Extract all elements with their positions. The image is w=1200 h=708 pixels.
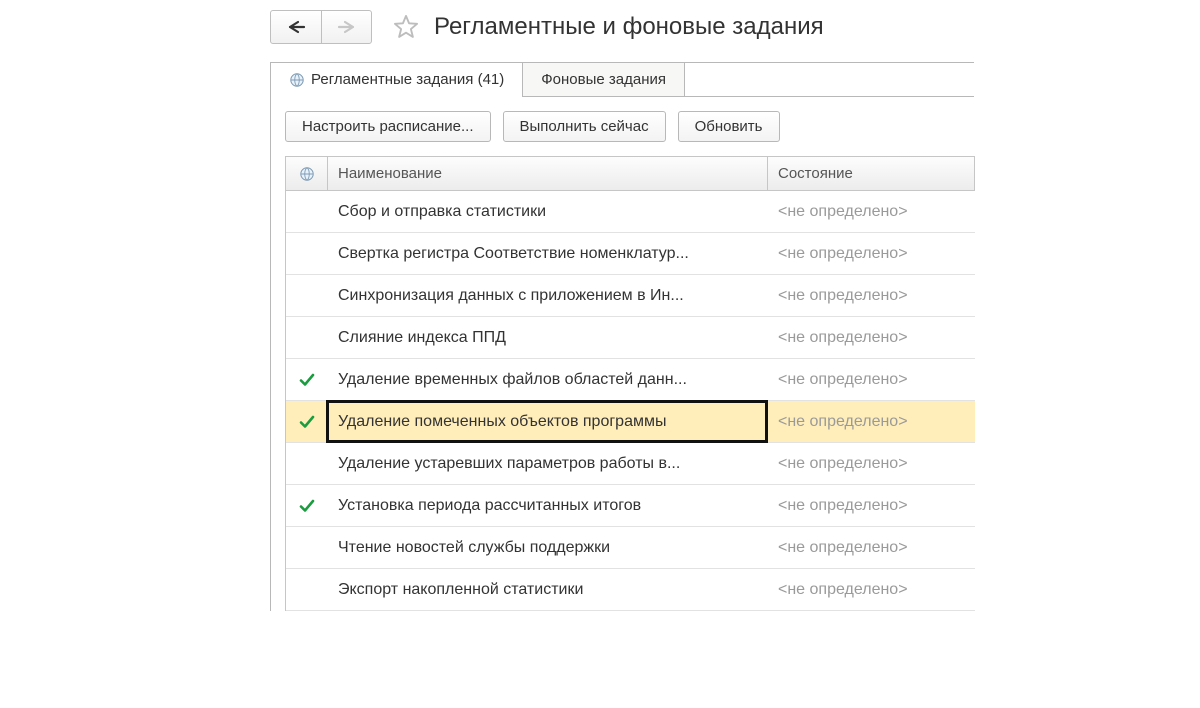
back-button[interactable] xyxy=(271,11,321,43)
column-header-name[interactable]: Наименование xyxy=(328,157,768,190)
jobs-table: Наименование Состояние Сбор и отправка с… xyxy=(285,156,975,611)
row-status-cell xyxy=(286,527,328,568)
row-status-cell xyxy=(286,443,328,484)
table-row[interactable]: Экспорт накопленной статистики<не опреде… xyxy=(286,569,975,611)
run-now-button[interactable]: Выполнить сейчас xyxy=(503,111,666,142)
row-status-cell xyxy=(286,569,328,610)
row-state-cell: <не определено> xyxy=(768,359,975,400)
arrow-right-icon xyxy=(337,20,357,34)
table-row[interactable]: Свертка регистра Соответствие номенклату… xyxy=(286,233,975,275)
star-icon xyxy=(392,13,420,41)
table-row[interactable]: Установка периода рассчитанных итогов<не… xyxy=(286,485,975,527)
table-row[interactable]: Чтение новостей службы поддержки<не опре… xyxy=(286,527,975,569)
refresh-button[interactable]: Обновить xyxy=(678,111,780,142)
row-name-cell: Слияние индекса ППД xyxy=(328,317,768,358)
row-name-cell: Чтение новостей службы поддержки xyxy=(328,527,768,568)
tab-label: Фоновые задания xyxy=(541,71,666,88)
row-state-cell: <не определено> xyxy=(768,317,975,358)
row-state-cell: <не определено> xyxy=(768,527,975,568)
favorite-star[interactable] xyxy=(392,13,420,41)
row-state-cell: <не определено> xyxy=(768,275,975,316)
tab-background-jobs[interactable]: Фоновые задания xyxy=(523,63,685,96)
table-row[interactable]: Удаление временных файлов областей данн.… xyxy=(286,359,975,401)
column-header-state[interactable]: Состояние xyxy=(768,157,975,190)
row-name-cell: Экспорт накопленной статистики xyxy=(328,569,768,610)
row-status-cell xyxy=(286,485,328,526)
globe-icon xyxy=(289,72,305,88)
row-name-cell: Сбор и отправка статистики xyxy=(328,191,768,232)
checkmark-icon xyxy=(298,413,316,431)
row-name-cell: Свертка регистра Соответствие номенклату… xyxy=(328,233,768,274)
row-name-cell: Синхронизация данных с приложением в Ин.… xyxy=(328,275,768,316)
table-row[interactable]: Удаление устаревших параметров работы в.… xyxy=(286,443,975,485)
table-row[interactable]: Синхронизация данных с приложением в Ин.… xyxy=(286,275,975,317)
column-header-icon[interactable] xyxy=(286,157,328,190)
tab-scheduled-jobs[interactable]: Регламентные задания (41) xyxy=(271,63,523,96)
tab-label: Регламентные задания (41) xyxy=(311,71,504,88)
table-row[interactable]: Сбор и отправка статистики<не определено… xyxy=(286,191,975,233)
arrow-left-icon xyxy=(286,20,306,34)
checkmark-icon xyxy=(298,497,316,515)
table-row[interactable]: Слияние индекса ППД<не определено> xyxy=(286,317,975,359)
row-state-cell: <не определено> xyxy=(768,233,975,274)
row-status-cell xyxy=(286,275,328,316)
row-state-cell: <не определено> xyxy=(768,401,975,442)
table-row[interactable]: Удаление помеченных объектов программы<н… xyxy=(286,401,975,443)
page-title: Регламентные и фоновые задания xyxy=(434,13,824,41)
checkmark-icon xyxy=(298,371,316,389)
row-status-cell xyxy=(286,401,328,442)
row-state-cell: <не определено> xyxy=(768,569,975,610)
row-name-cell: Удаление помеченных объектов программы xyxy=(328,401,768,442)
row-status-cell xyxy=(286,359,328,400)
row-status-cell xyxy=(286,317,328,358)
row-state-cell: <не определено> xyxy=(768,191,975,232)
row-state-cell: <не определено> xyxy=(768,443,975,484)
globe-icon xyxy=(299,166,315,182)
nav-buttons xyxy=(270,10,372,44)
row-status-cell xyxy=(286,233,328,274)
row-name-cell: Установка периода рассчитанных итогов xyxy=(328,485,768,526)
row-state-cell: <не определено> xyxy=(768,485,975,526)
row-name-cell: Удаление устаревших параметров работы в.… xyxy=(328,443,768,484)
configure-schedule-button[interactable]: Настроить расписание... xyxy=(285,111,491,142)
row-name-cell: Удаление временных файлов областей данн.… xyxy=(328,359,768,400)
row-status-cell xyxy=(286,191,328,232)
forward-button[interactable] xyxy=(321,11,371,43)
